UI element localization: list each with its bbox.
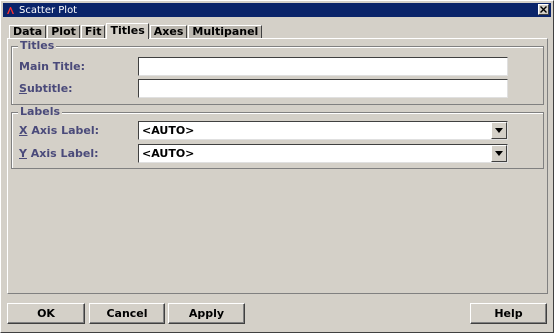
tab-fit[interactable]: Fit: [80, 25, 106, 39]
main-title-label: Main Title:: [19, 60, 85, 73]
ok-button[interactable]: OK: [7, 303, 85, 324]
subtitle-label-mnemonic: S: [19, 82, 27, 95]
close-icon: [540, 6, 547, 13]
tab-multipanel[interactable]: Multipanel: [188, 25, 263, 39]
cancel-button[interactable]: Cancel: [89, 303, 165, 324]
chevron-down-icon: [495, 151, 503, 156]
tab-titles[interactable]: Titles: [106, 23, 149, 39]
x-axis-label-combo[interactable]: <AUTO>: [138, 121, 508, 140]
scatter-plot-dialog: Scatter Plot Data Plot Fit Titles Axes M…: [0, 0, 554, 333]
tab-bar: Data Plot Fit Titles Axes Multipanel: [9, 23, 263, 39]
chevron-down-icon: [495, 128, 503, 133]
x-axis-label-row: X Axis Label: <AUTO>: [12, 121, 543, 141]
y-axis-dropdown-button[interactable]: [491, 145, 507, 162]
titles-group: Titles Main Title: Subtitle:: [11, 39, 544, 105]
subtitle-row: Subtitle:: [12, 79, 543, 99]
y-axis-label-combo[interactable]: <AUTO>: [138, 144, 508, 163]
titles-group-legend: Titles: [18, 39, 57, 52]
tab-axes[interactable]: Axes: [149, 25, 188, 39]
apply-button[interactable]: Apply: [168, 303, 245, 324]
window-title: Scatter Plot: [19, 4, 78, 16]
button-bar: OK Cancel Apply Help: [7, 301, 548, 327]
main-title-row: Main Title:: [12, 57, 543, 77]
y-axis-label-mnemonic: Y: [19, 147, 27, 160]
y-axis-label-row: Y Axis Label: <AUTO>: [12, 144, 543, 164]
close-button[interactable]: [538, 4, 549, 15]
subtitle-label: Subtitle:: [19, 82, 73, 95]
y-axis-label: Y Axis Label:: [19, 147, 99, 160]
y-axis-label-text: Axis Label:: [26, 147, 99, 160]
labels-group-legend: Labels: [18, 105, 63, 118]
help-button[interactable]: Help: [470, 303, 547, 324]
x-axis-label: X Axis Label:: [19, 124, 99, 137]
tab-data[interactable]: Data: [9, 25, 47, 39]
main-title-input[interactable]: [138, 57, 508, 76]
y-axis-label-value: <AUTO>: [142, 147, 195, 160]
labels-group: Labels X Axis Label: <AUTO> Y Axis Label…: [11, 105, 544, 169]
titles-tab-panel: Titles Main Title: Subtitle: Labels X Ax…: [7, 38, 548, 294]
tab-plot[interactable]: Plot: [47, 25, 80, 39]
title-bar[interactable]: Scatter Plot: [3, 3, 551, 17]
x-axis-label-value: <AUTO>: [142, 124, 195, 137]
subtitle-label-text: ubtitle:: [26, 82, 73, 95]
subtitle-input[interactable]: [138, 79, 508, 98]
app-logo-icon: [5, 5, 15, 15]
x-axis-label-text: Axis Label:: [27, 124, 100, 137]
x-axis-dropdown-button[interactable]: [491, 122, 507, 139]
